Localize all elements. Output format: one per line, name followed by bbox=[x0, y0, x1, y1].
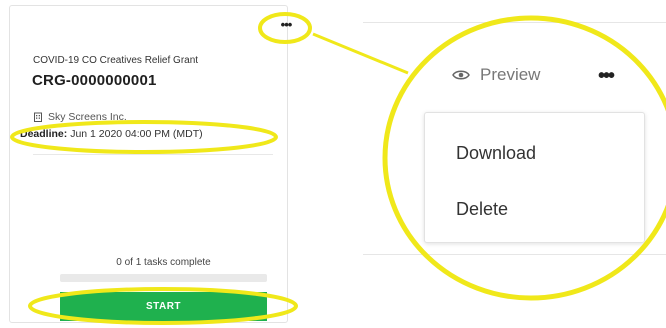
program-name: COVID-19 CO Creatives Relief Grant bbox=[33, 55, 199, 66]
building-icon bbox=[34, 112, 42, 122]
preview-button[interactable]: Preview bbox=[452, 65, 540, 85]
card-divider bbox=[33, 154, 273, 155]
grant-id: CRG-0000000001 bbox=[32, 72, 157, 89]
zoom-more-options-icon[interactable]: ••• bbox=[598, 66, 615, 86]
deadline-label: Deadline: bbox=[20, 128, 68, 140]
deadline-row: Deadline: Jun 1 2020 04:00 PM (MDT) bbox=[20, 128, 203, 140]
tasks-status: 0 of 1 tasks complete bbox=[116, 257, 211, 268]
eye-icon bbox=[452, 70, 470, 80]
task-progress-bar bbox=[60, 274, 267, 282]
card-more-options-icon[interactable]: ••• bbox=[276, 18, 296, 32]
menu-item-delete[interactable]: Delete bbox=[456, 199, 508, 220]
options-dropdown-menu: Download Delete bbox=[424, 112, 645, 243]
organization-name: Sky Screens Inc. bbox=[48, 111, 127, 123]
organization-row: Sky Screens Inc. bbox=[33, 111, 127, 123]
zoom-bottom-divider bbox=[363, 254, 666, 255]
preview-label: Preview bbox=[480, 65, 541, 84]
start-button[interactable]: START bbox=[60, 292, 267, 321]
deadline-value: Jun 1 2020 04:00 PM (MDT) bbox=[70, 128, 203, 140]
callout-connector-line bbox=[312, 32, 409, 75]
menu-item-download[interactable]: Download bbox=[456, 143, 536, 164]
zoom-top-divider bbox=[363, 22, 666, 23]
